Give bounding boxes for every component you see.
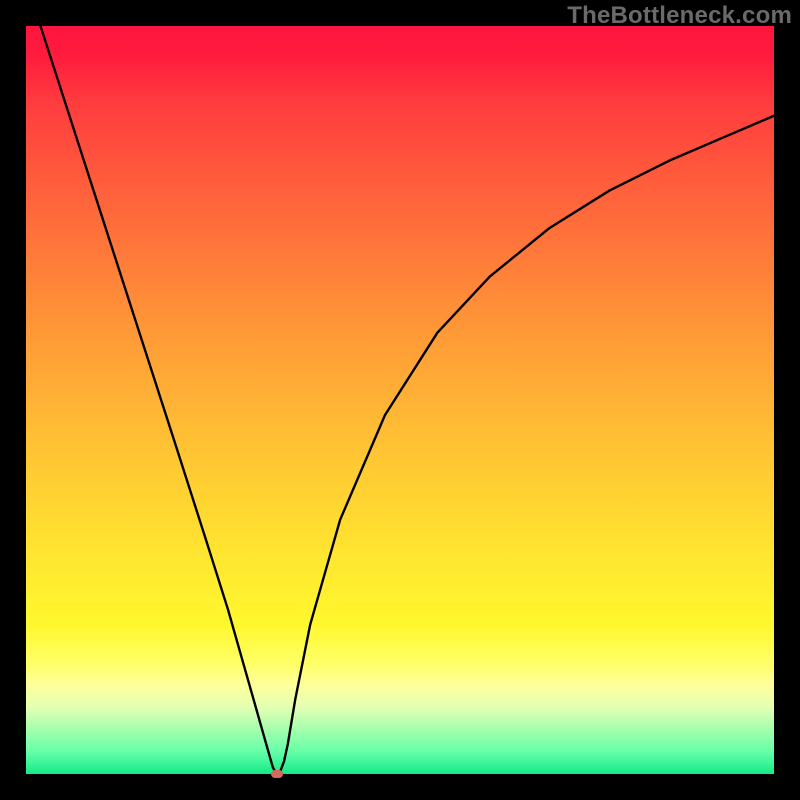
minimum-marker [271,770,283,778]
watermark: TheBottleneck.com [567,2,792,30]
chart-frame: TheBottleneck.com [0,0,800,800]
heat-gradient [26,26,774,774]
plot-area [26,26,774,774]
